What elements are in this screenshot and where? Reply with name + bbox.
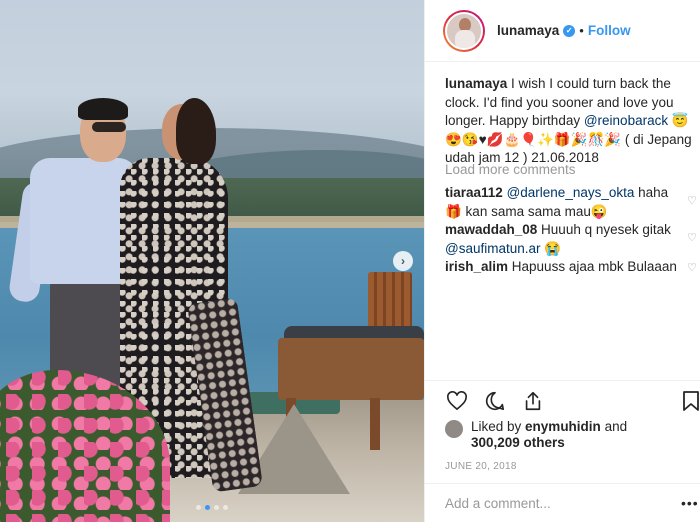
post-date[interactable]: JUNE 20, 2018	[445, 461, 517, 472]
comment-like-heart-icon[interactable]: ♡	[687, 194, 697, 207]
carousel-dots	[0, 505, 424, 510]
comment-text: Hapuuss ajaa mbk Bulaaan	[508, 259, 677, 274]
comment-username[interactable]: irish_alim	[445, 259, 508, 274]
carousel-dot	[205, 505, 210, 510]
comment-input[interactable]: Add a comment...	[425, 483, 700, 522]
share-icon[interactable]	[521, 389, 545, 413]
comment-item: irish_alim Hapuuss ajaa mbk Bulaaan	[445, 258, 681, 277]
likes-count[interactable]: 300,209 others	[471, 435, 565, 450]
follow-button[interactable]: Follow	[588, 23, 631, 38]
sunglasses	[92, 122, 126, 132]
avatar[interactable]	[445, 11, 483, 50]
wooden-jacuzzi	[278, 338, 424, 400]
verified-badge-icon: ✓	[563, 24, 576, 37]
post-photo[interactable]: ›	[0, 0, 424, 522]
deck-leg	[370, 398, 380, 450]
post-caption: lunamaya I wish I could turn back the cl…	[445, 75, 699, 168]
post-header: lunamaya ✓ • Follow	[425, 0, 700, 62]
likes-summary: Liked by enymuhidin and 300,209 others	[445, 419, 627, 451]
heart-icon[interactable]	[445, 389, 469, 413]
header-username[interactable]: lunamaya	[497, 23, 559, 38]
woman-hair	[176, 98, 216, 164]
comment-mention[interactable]: @saufimatun.ar	[445, 241, 541, 256]
likes-text: Liked by enymuhidin and 300,209 others	[471, 419, 627, 451]
comment-item: tiaraa112 @darlene_nays_okta haha 🎁 kan …	[445, 184, 681, 221]
caption-username[interactable]: lunamaya	[445, 76, 507, 91]
man-hair	[78, 98, 128, 120]
bookmark-icon[interactable]	[679, 389, 700, 413]
more-options-icon[interactable]: •••	[681, 495, 699, 511]
action-icons	[445, 389, 545, 413]
comment-username[interactable]: mawaddah_08	[445, 222, 537, 237]
comment-item: mawaddah_08 Huuuh q nyesek gitak @saufim…	[445, 221, 681, 258]
comment-text-after: 😭	[540, 240, 562, 256]
post-actions: Liked by enymuhidin and 300,209 others J…	[425, 380, 700, 522]
likes-prefix: Liked by	[471, 419, 526, 434]
liker-avatar[interactable]	[445, 420, 463, 438]
chevron-right-icon[interactable]: ›	[393, 251, 413, 271]
caption-mention[interactable]: @reinobarack	[584, 113, 668, 128]
comment-like-heart-icon[interactable]: ♡	[687, 261, 697, 274]
comment-icon[interactable]	[483, 389, 507, 413]
comment-username[interactable]: tiaraa112	[445, 185, 503, 200]
liker-username[interactable]: enymuhidin	[525, 419, 601, 434]
carousel-dot	[196, 505, 201, 510]
carousel-dot	[223, 505, 228, 510]
post-sidebar: lunamaya ✓ • Follow lunamaya I wish I co…	[424, 0, 700, 522]
comment-like-heart-icon[interactable]: ♡	[687, 231, 697, 244]
carousel-dot	[214, 505, 219, 510]
header-separator: •	[579, 23, 584, 38]
comment-text: Huuuh q nyesek gitak	[537, 222, 671, 237]
likes-middle: and	[600, 419, 628, 434]
story-ring[interactable]	[443, 9, 485, 52]
comment-mention[interactable]: @darlene_nays_okta	[507, 185, 635, 200]
load-more-comments-button[interactable]: Load more comments	[445, 162, 576, 177]
